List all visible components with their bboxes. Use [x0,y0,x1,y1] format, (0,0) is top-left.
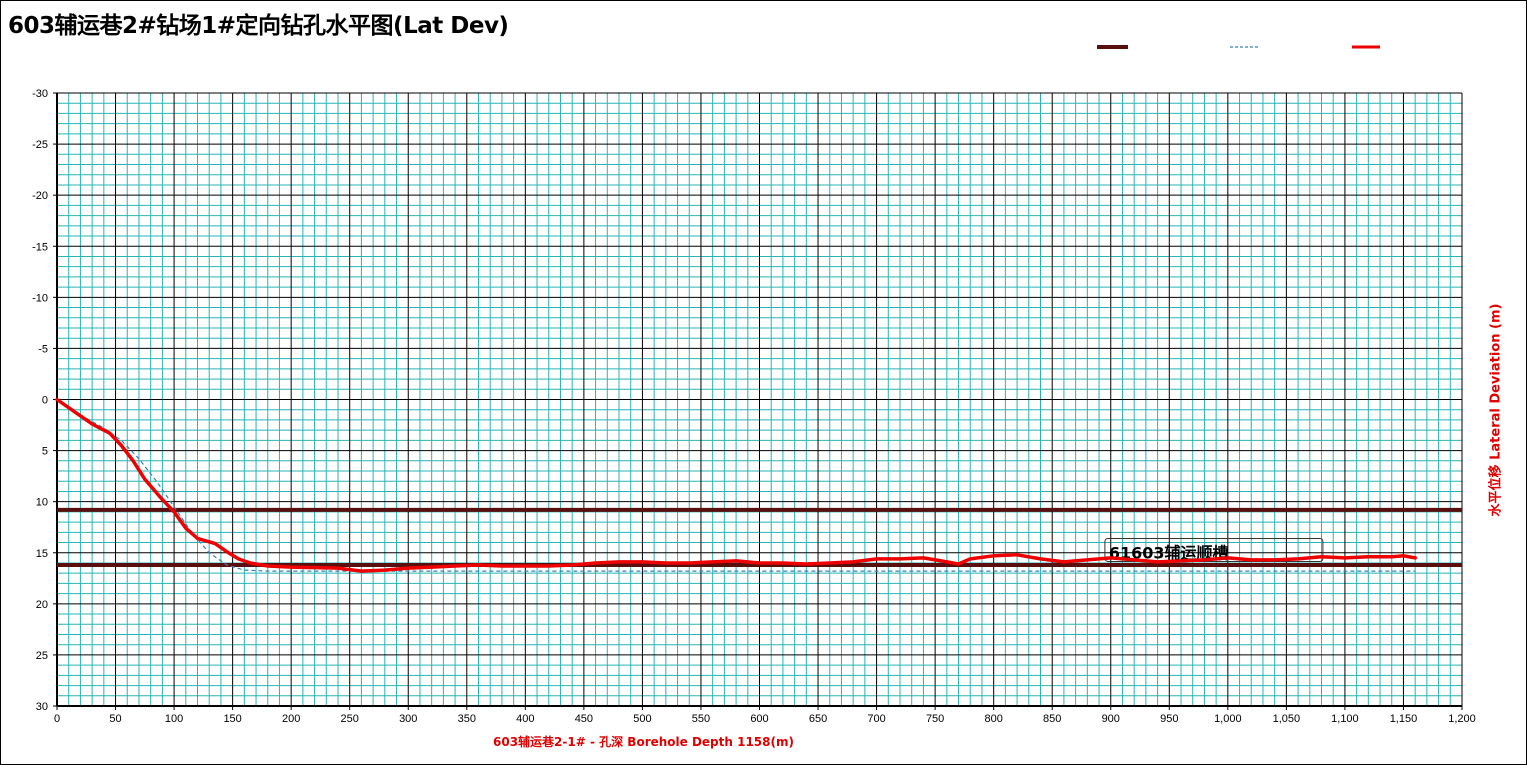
y-tick-label: 5 [42,446,48,458]
x-tick-label: 750 [926,713,944,725]
y-tick-label: 0 [42,395,48,407]
x-tick-label: 700 [867,713,885,725]
x-tick-label: 900 [1102,713,1120,725]
y-tick-label: -20 [32,190,48,202]
y-tick-label: -15 [32,241,48,253]
x-tick-label: 800 [984,713,1002,725]
x-tick-label: 500 [633,713,651,725]
x-tick-label: 300 [399,713,417,725]
y-tick-label: -30 [32,88,48,100]
x-tick-label: 1,050 [1273,713,1301,725]
y-tick-label: 20 [36,599,48,611]
x-tick-label: 1,000 [1214,713,1242,725]
y-tick-label: 25 [36,650,48,662]
x-tick-label: 650 [809,713,827,725]
x-tick-label: 400 [516,713,534,725]
y-tick-label: -10 [32,292,48,304]
x-tick-label: 850 [1043,713,1061,725]
x-tick-label: 100 [165,713,183,725]
x-tick-label: 150 [223,713,241,725]
x-tick-label: 0 [54,713,60,725]
y-tick-label: -5 [38,343,48,355]
x-tick-label: 350 [458,713,476,725]
y-tick-label: -25 [32,139,48,151]
y-tick-label: 30 [36,701,48,713]
y-tick-label: 15 [36,548,48,560]
lateral-deviation-chart: 0 50 100 150 200 250 300 350 400 450 500 550 600 650 7… [32,45,1476,725]
x-tick-label: 600 [750,713,768,725]
x-tick-label: 1,200 [1448,713,1476,725]
x-tick-label: 250 [341,713,359,725]
x-tick-label: 550 [692,713,710,725]
x-tick-label: 950 [1160,713,1178,725]
x-tick-label: 200 [282,713,300,725]
x-tick-label: 50 [109,713,121,725]
x-tick-label: 1,100 [1331,713,1359,725]
x-tick-label: 450 [575,713,593,725]
x-tick-label: 1,150 [1390,713,1418,725]
y-tick-label: 10 [36,497,48,509]
